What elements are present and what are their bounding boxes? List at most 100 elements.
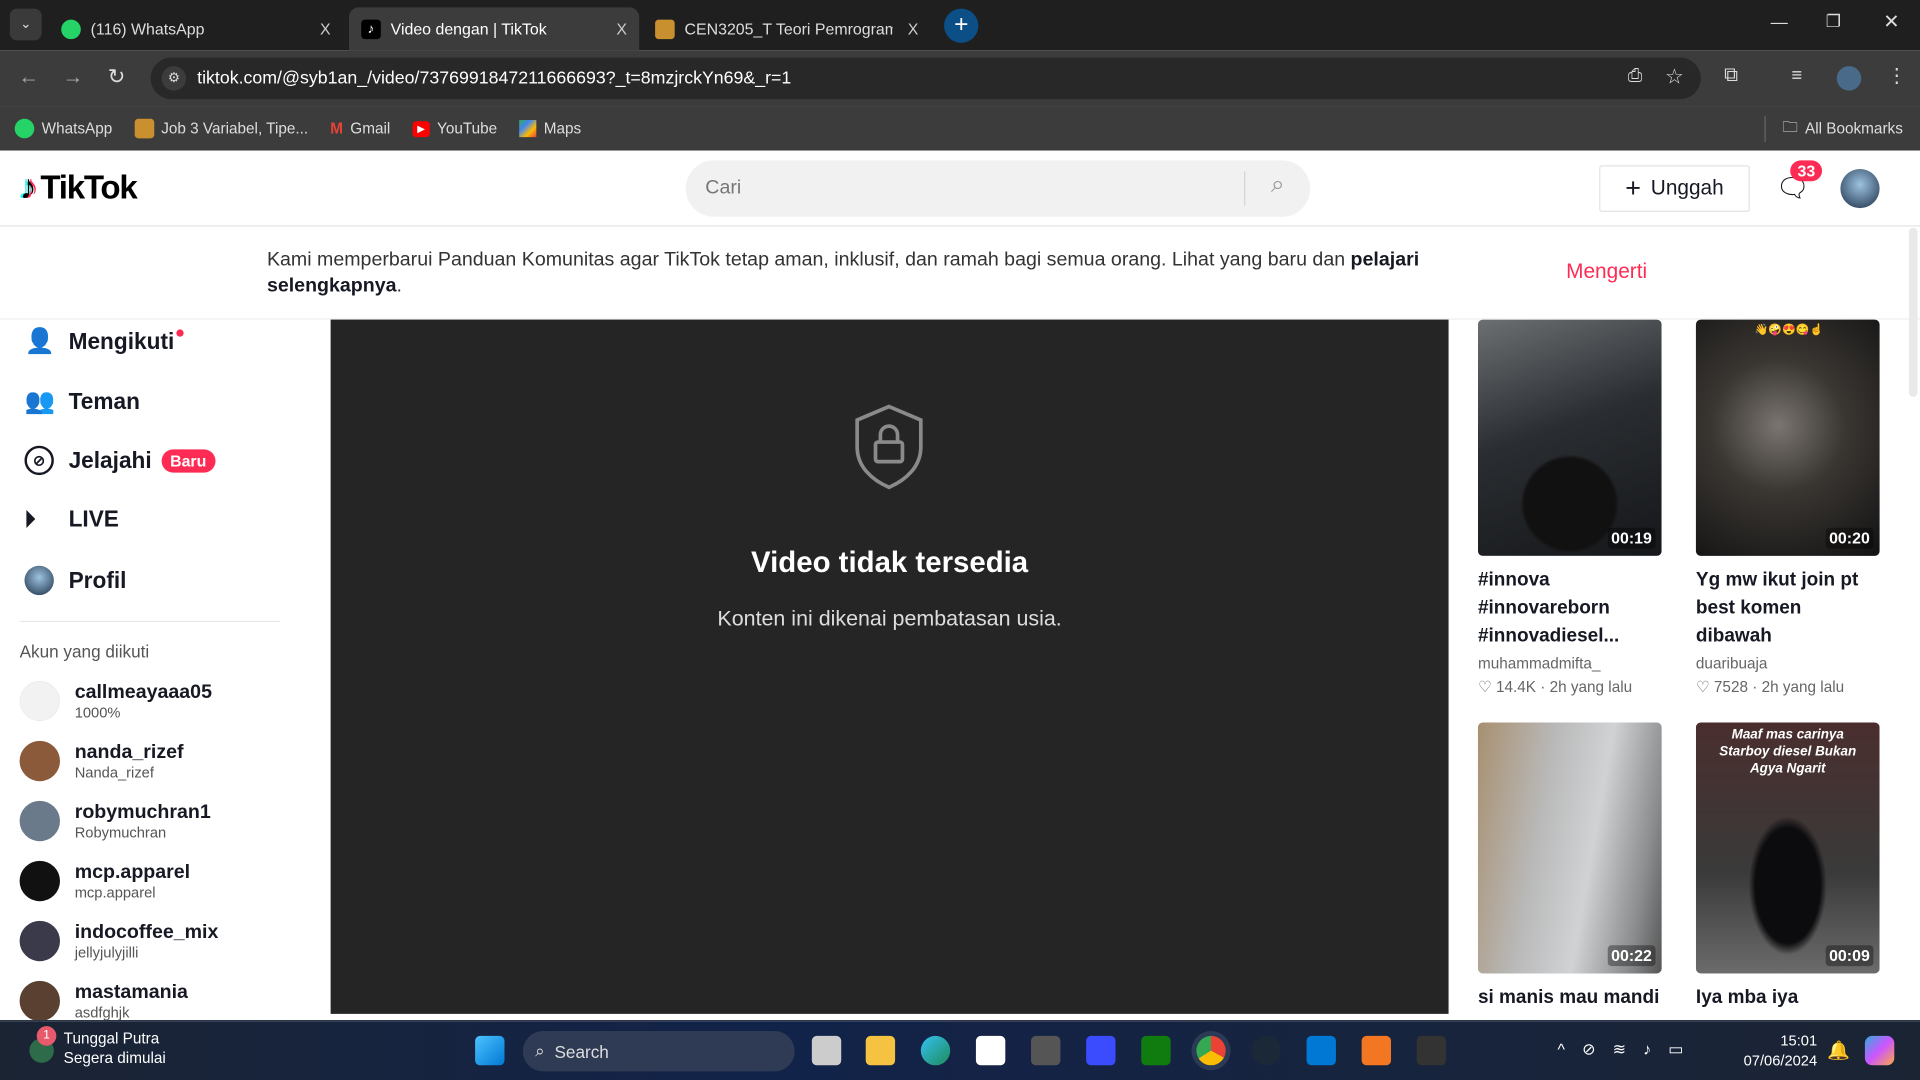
followed-account[interactable]: mastamania asdfghjk (19, 980, 188, 1022)
video-thumbnail[interactable]: 00:22 (1477, 722, 1662, 974)
new-dot (176, 328, 185, 337)
video-card[interactable]: Maaf mas carinya Starboy diesel Bukan Ag… (1695, 722, 1880, 1011)
inbox-button[interactable]: 🗨 33 (1776, 160, 1823, 205)
vscode-icon[interactable] (1306, 1035, 1336, 1066)
bookmark-job3[interactable]: Job 3 Variabel, Tipe... (134, 118, 308, 139)
video-card[interactable]: 00:19 #innova #innovareborn #innovadiese… (1477, 319, 1662, 696)
new-tab-button[interactable]: + (944, 8, 979, 43)
forward-icon[interactable]: → (62, 65, 83, 89)
microsoft-store-icon[interactable] (975, 1035, 1006, 1066)
file-explorer-icon[interactable] (865, 1035, 896, 1066)
minimize-button[interactable]: — (1771, 12, 1788, 32)
media-control-icon[interactable]: ≡ (1791, 65, 1802, 86)
video-author[interactable]: muhammadmifta_ (1478, 655, 1662, 672)
upload-label: Unggah (1650, 176, 1724, 200)
bookmark-star-icon[interactable]: ☆ (1665, 65, 1684, 89)
reload-icon[interactable]: ↻ (108, 65, 125, 89)
account-handle: 1000% (74, 703, 121, 721)
account-name: nanda_rizef (74, 741, 184, 763)
tiktok-logo[interactable]: ♪ TikTok (20, 168, 138, 207)
close-tab-icon[interactable]: X (616, 20, 627, 38)
install-app-icon[interactable]: ⎙ (1628, 66, 1642, 86)
system-tray-icons[interactable]: ^⊘≋♪▭ (1558, 1040, 1701, 1060)
account-text: indocoffee_mix jellyjulyjilli (75, 921, 219, 960)
notification-text: Tunggal Putra Segera dimulai (64, 1029, 166, 1068)
xbox-icon[interactable] (1141, 1035, 1171, 1066)
menu-icon[interactable]: ⋮ (1887, 64, 1907, 88)
app-icon[interactable] (1086, 1035, 1116, 1066)
followed-account[interactable]: robymuchran1 Robymuchran (19, 800, 211, 842)
unity-icon[interactable] (1031, 1035, 1061, 1066)
sidebar-item-profile[interactable]: Profil (24, 565, 126, 596)
nav-label: LIVE (68, 505, 119, 532)
sidebar-item-explore[interactable]: ⊘ Jelajahi Baru (24, 445, 215, 476)
account-text: mastamania asdfghjk (75, 981, 188, 1020)
taskbar-search[interactable]: ⌕ Search (522, 1031, 795, 1072)
upload-button[interactable]: + Unggah (1599, 165, 1750, 212)
address-bar[interactable]: ⚙ tiktok.com/@syb1an_/video/737699184721… (150, 57, 1701, 100)
close-tab-icon[interactable]: X (908, 20, 919, 38)
restore-button[interactable]: ❐ (1826, 11, 1841, 32)
calendar-notification[interactable]: 1 Tunggal Putra Segera dimulai (29, 1026, 166, 1068)
whatsapp-icon (14, 118, 35, 139)
close-tab-icon[interactable]: X (320, 20, 331, 38)
friends-icon: 👥 (24, 388, 55, 416)
task-view-icon[interactable] (811, 1035, 842, 1066)
inbox-badge: 33 (1790, 160, 1823, 182)
sidebar-item-live[interactable]: ⏵ LIVE (24, 506, 118, 533)
tab-search-button[interactable]: ⌄ (9, 8, 42, 41)
sidebar-item-following[interactable]: 👤 Mengikuti (24, 326, 185, 357)
user-avatar[interactable] (1840, 168, 1880, 209)
notification-title: Tunggal Putra (63, 1029, 160, 1047)
tab-cen3205[interactable]: CEN3205_T Teori Pemrograman X (643, 7, 931, 50)
video-title[interactable]: Iya mba iya (1696, 983, 1880, 1011)
bookmark-whatsapp[interactable]: WhatsApp (14, 118, 113, 139)
clock[interactable]: 15:01 07/06/2024 (1727, 1031, 1818, 1070)
bookmark-youtube[interactable]: ▶ YouTube (412, 120, 497, 137)
video-card[interactable]: 00:22 si manis mau mandi (1477, 722, 1662, 1011)
close-window-button[interactable]: ✕ (1883, 10, 1899, 34)
xampp-icon[interactable] (1361, 1035, 1392, 1066)
followed-account[interactable]: nanda_rizef Nanda_rizef (19, 740, 184, 782)
video-title[interactable]: #innova #innovareborn #innovadiesel... (1478, 566, 1662, 650)
profile-icon (24, 565, 54, 596)
video-title[interactable]: si manis mau mandi (1478, 983, 1662, 1011)
avatar (19, 740, 61, 782)
page-scrollbar[interactable] (1908, 227, 1918, 397)
new-badge: Baru (161, 448, 215, 473)
bookmark-gmail[interactable]: M Gmail (330, 120, 390, 137)
video-thumbnail[interactable]: Maaf mas carinya Starboy diesel Bukan Ag… (1695, 722, 1880, 974)
all-bookmarks[interactable]: 🗀 All Bookmarks (1763, 115, 1903, 142)
notifications-bell-icon[interactable]: 🔔 (1827, 1040, 1850, 1062)
extensions-icon[interactable]: ⧉ (1724, 65, 1738, 87)
video-thumbnail[interactable]: 👋🤪😍😋☝ 00:20 (1695, 319, 1880, 556)
plus-icon: + (1625, 172, 1641, 204)
video-stats: ♡ 7528 · 2h yang lalu (1695, 678, 1845, 696)
site-info-icon[interactable]: ⚙ (161, 66, 187, 91)
whatsapp-icon (61, 18, 81, 39)
back-icon[interactable]: ← (18, 65, 39, 89)
terminal-icon[interactable] (1416, 1035, 1447, 1066)
windows-start-icon[interactable] (475, 1035, 505, 1066)
followed-account[interactable]: indocoffee_mix jellyjulyjilli (19, 920, 219, 962)
edge-icon[interactable] (920, 1035, 951, 1066)
tab-tiktok[interactable]: ♪ Video dengan | TikTok X (348, 7, 640, 51)
video-card[interactable]: 👋🤪😍😋☝ 00:20 Yg mw ikut join pt best komen… (1695, 319, 1880, 696)
followed-account[interactable]: callmeayaaa05 1000% (19, 680, 212, 722)
search-icon[interactable]: ⌕ (1244, 171, 1310, 206)
video-author[interactable]: duaribuaja (1696, 655, 1880, 672)
steam-icon[interactable] (1251, 1035, 1281, 1066)
followed-account[interactable]: mcp.apparel mcp.apparel (19, 860, 190, 902)
video-title[interactable]: Yg mw ikut join pt best komen dibawah (1696, 566, 1880, 650)
sports-icon: 1 (29, 1026, 57, 1063)
profile-avatar[interactable] (1836, 66, 1862, 91)
bookmark-maps[interactable]: Maps (519, 120, 581, 138)
video-thumbnail[interactable]: 00:19 (1477, 319, 1662, 556)
understood-button[interactable]: Mengerti (1566, 260, 1647, 284)
chrome-icon[interactable] (1196, 1035, 1226, 1066)
copilot-icon[interactable] (1864, 1035, 1895, 1066)
search-input[interactable]: Cari ⌕ (685, 160, 1311, 217)
sidebar-item-friends[interactable]: 👥 Teman (24, 386, 139, 417)
avatar (19, 680, 61, 722)
tab-whatsapp[interactable]: (116) WhatsApp X (49, 7, 343, 50)
